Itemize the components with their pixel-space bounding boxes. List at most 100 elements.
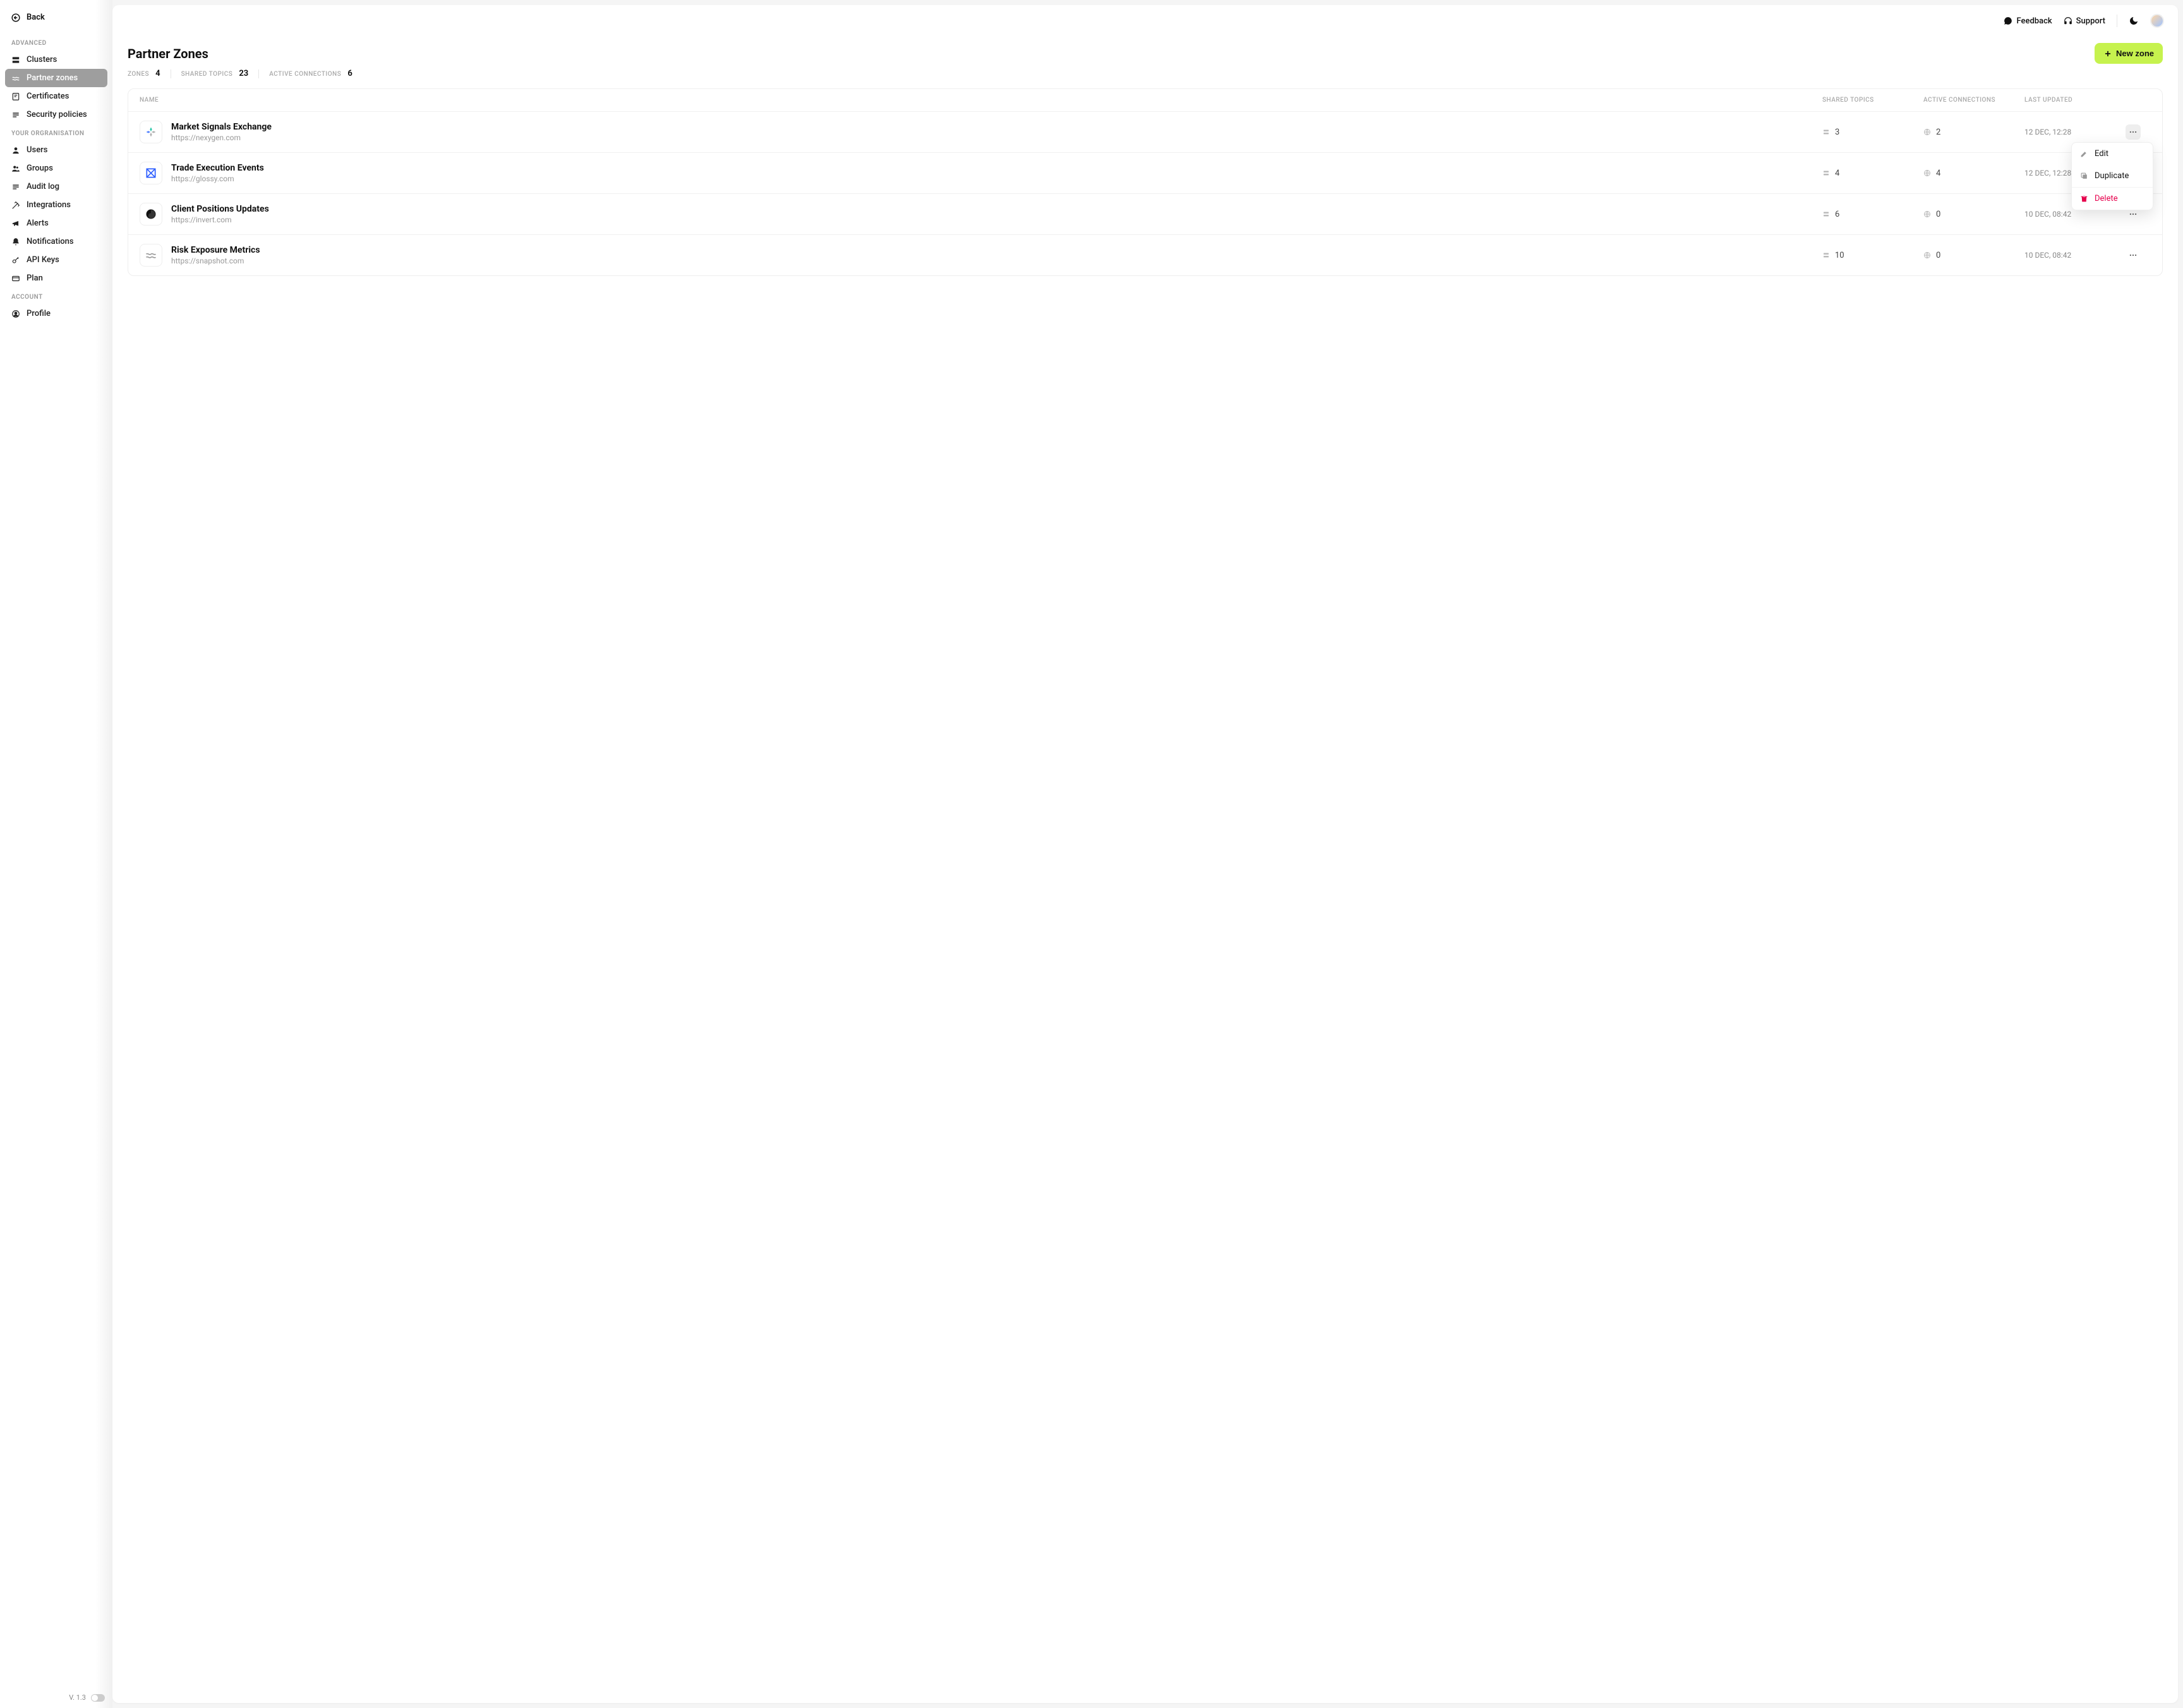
card-icon	[11, 274, 20, 283]
sidebar-item-label: Alerts	[27, 219, 49, 228]
zone-icon	[140, 162, 162, 184]
copy-icon	[2079, 172, 2088, 180]
table-row[interactable]: Risk Exposure Metricshttps://snapshot.co…	[128, 234, 2162, 275]
dropdown-duplicate[interactable]: Duplicate	[2072, 165, 2153, 187]
sidebar-item-clusters[interactable]: Clusters	[5, 51, 107, 69]
section-label: ACCOUNT	[5, 287, 107, 304]
sidebar-item-groups[interactable]: Groups	[5, 159, 107, 177]
certificate-icon	[11, 92, 20, 101]
sidebar-item-integrations[interactable]: Integrations	[5, 196, 107, 214]
topbar: Feedback Support	[112, 5, 2178, 37]
sidebar-item-label: Groups	[27, 164, 53, 173]
headphones-icon	[2064, 16, 2072, 25]
zone-url: https://glossy.com	[171, 174, 264, 183]
server-icon	[11, 56, 20, 64]
row-dropdown: Edit Duplicate Delete	[2071, 142, 2153, 210]
page-title: Partner Zones	[128, 46, 208, 61]
sidebar-item-partner-zones[interactable]: Partner zones	[5, 69, 107, 87]
sidebar-item-notifications[interactable]: Notifications	[5, 232, 107, 251]
sidebar-item-security-policies[interactable]: Security policies	[5, 105, 107, 124]
sidebar-footer: V. 1.3	[0, 1687, 112, 1708]
zones-table: NAME SHARED TOPICS ACTIVE CONNECTIONS LA…	[128, 88, 2163, 276]
sidebar-item-audit-log[interactable]: Audit log	[5, 177, 107, 196]
stat-zones-label: ZONES	[128, 71, 149, 78]
zone-icon	[140, 203, 162, 226]
table-row[interactable]: Market Signals Exchangehttps://nexygen.c…	[128, 111, 2162, 152]
back-label: Back	[27, 13, 45, 22]
stack-icon	[1822, 169, 1830, 177]
table-row[interactable]: Trade Execution Eventshttps://glossy.com…	[128, 152, 2162, 193]
stack-icon	[1822, 210, 1830, 218]
shared-count: 4	[1835, 169, 1839, 178]
dropdown-delete[interactable]: Delete	[2072, 187, 2153, 210]
sidebar-item-label: Audit log	[27, 182, 59, 191]
stack-icon	[1822, 128, 1830, 136]
zone-url: https://nexygen.com	[171, 133, 272, 142]
megaphone-icon	[11, 219, 20, 228]
stat-zones-value: 4	[155, 69, 160, 78]
back-icon	[11, 13, 20, 22]
globe-icon	[1923, 210, 1931, 218]
zone-name: Trade Execution Events	[171, 163, 264, 173]
dropdown-delete-label: Delete	[2095, 194, 2118, 203]
stat-active-label: ACTIVE CONNECTIONS	[269, 71, 341, 78]
sidebar-item-label: Plan	[27, 274, 43, 283]
stats-row: ZONES 4 SHARED TOPICS 23 ACTIVE CONNECTI…	[128, 69, 2163, 78]
divider	[258, 69, 259, 78]
col-active: ACTIVE CONNECTIONS	[1923, 97, 2024, 104]
feedback-link[interactable]: Feedback	[2004, 16, 2052, 26]
plug-icon	[11, 201, 20, 210]
moon-icon[interactable]	[2129, 16, 2139, 26]
sidebar-item-alerts[interactable]: Alerts	[5, 214, 107, 232]
sidebar-item-users[interactable]: Users	[5, 141, 107, 159]
updated-value: 10 DEC, 08:42	[2024, 251, 2126, 260]
sidebar-item-label: Certificates	[27, 92, 69, 101]
active-count: 4	[1936, 169, 1940, 178]
feedback-label: Feedback	[2016, 16, 2052, 26]
plus-icon	[2103, 49, 2112, 58]
lines-icon	[11, 183, 20, 191]
globe-icon	[1923, 169, 1931, 177]
active-count: 0	[1936, 251, 1940, 260]
back-link[interactable]: Back	[5, 8, 107, 27]
col-updated: LAST UPDATED	[2024, 97, 2126, 104]
stat-active-value: 6	[347, 69, 352, 78]
support-link[interactable]: Support	[2064, 16, 2105, 26]
col-name: NAME	[140, 97, 1822, 104]
sidebar-item-label: API Keys	[27, 255, 59, 265]
zone-name: Client Positions Updates	[171, 204, 269, 214]
section-label: ADVANCED	[5, 33, 107, 51]
sidebar-item-api-keys[interactable]: API Keys	[5, 251, 107, 269]
zone-url: https://snapshot.com	[171, 256, 260, 265]
avatar[interactable]	[2150, 14, 2164, 28]
table-row[interactable]: Client Positions Updateshttps://invert.c…	[128, 193, 2162, 234]
bell-icon	[11, 238, 20, 246]
sidebar-item-plan[interactable]: Plan	[5, 269, 107, 287]
sidebar-item-label: Profile	[27, 309, 51, 318]
row-menu-button[interactable]	[2126, 124, 2141, 140]
dropdown-edit[interactable]: Edit	[2072, 143, 2153, 165]
sidebar-item-label: Security policies	[27, 110, 87, 119]
trash-icon	[2079, 195, 2088, 203]
chat-icon	[2004, 16, 2012, 25]
zone-icon	[140, 121, 162, 143]
dropdown-duplicate-label: Duplicate	[2095, 171, 2129, 181]
globe-icon	[1923, 128, 1931, 136]
sidebar-item-label: Users	[27, 145, 47, 155]
zone-url: https://invert.com	[171, 215, 269, 224]
new-zone-button[interactable]: New zone	[2095, 43, 2163, 64]
main-panel: Feedback Support Partner Zones New zone …	[112, 5, 2178, 1703]
sidebar-item-certificates[interactable]: Certificates	[5, 87, 107, 105]
user-icon	[11, 146, 20, 155]
lines-icon	[11, 111, 20, 119]
zone-name: Risk Exposure Metrics	[171, 245, 260, 255]
footer-toggle[interactable]	[91, 1694, 105, 1702]
version-label: V. 1.3	[69, 1693, 86, 1702]
sidebar-item-profile[interactable]: Profile	[5, 304, 107, 323]
row-menu-button[interactable]	[2126, 248, 2141, 263]
sidebar-item-label: Notifications	[27, 237, 74, 246]
sidebar-item-label: Clusters	[27, 55, 57, 64]
new-zone-label: New zone	[2116, 49, 2154, 58]
sidebar-item-label: Integrations	[27, 200, 71, 210]
active-count: 2	[1936, 128, 1940, 137]
